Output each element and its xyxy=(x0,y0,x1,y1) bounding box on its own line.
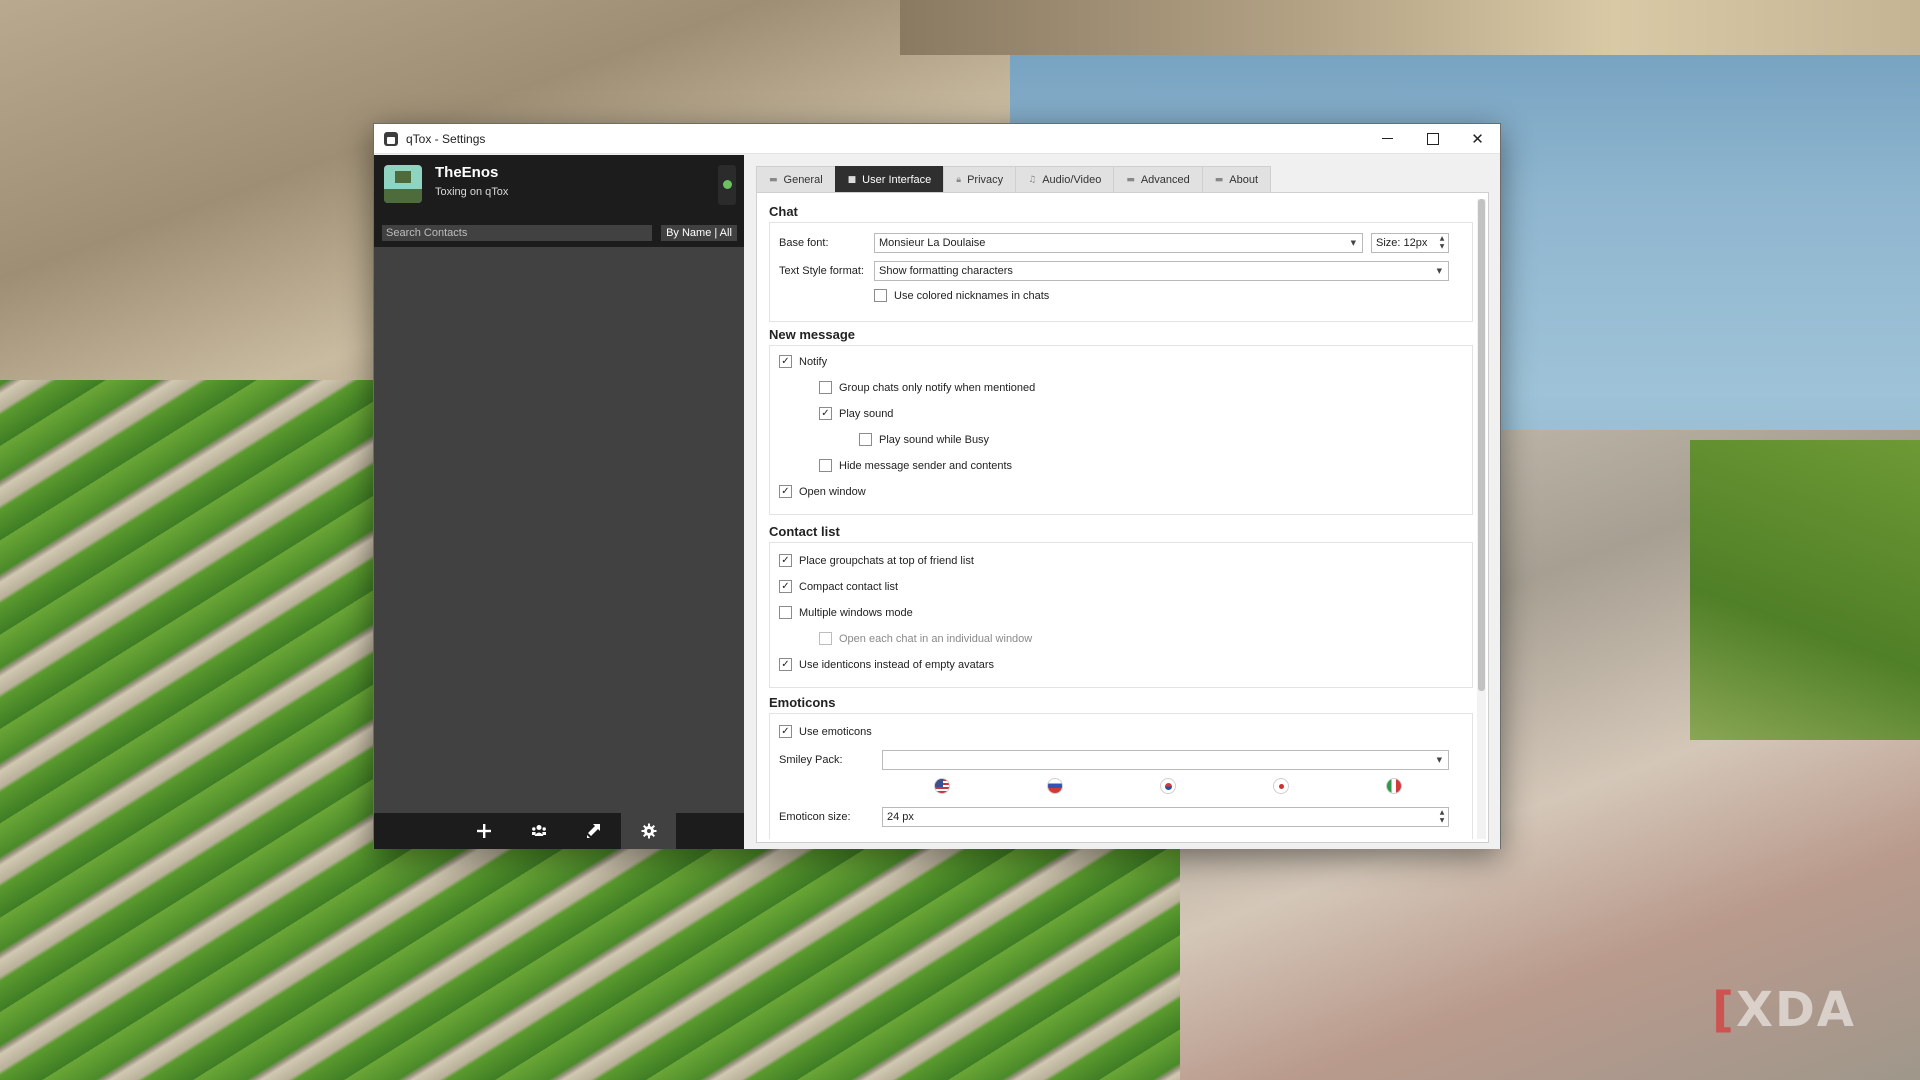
tab-advanced[interactable]: ▬ Advanced xyxy=(1113,166,1203,192)
flag-kr-icon xyxy=(1160,778,1176,794)
create-group-button[interactable] xyxy=(511,813,566,849)
multiple-windows-checkbox[interactable]: Multiple windows mode xyxy=(779,606,913,619)
flag-ru-icon xyxy=(1047,778,1063,794)
emoticon-size-spinbox[interactable]: 24 px ▲ ▼ xyxy=(882,807,1449,827)
vertical-scrollbar[interactable] xyxy=(1477,199,1486,839)
file-transfers-button[interactable] xyxy=(566,813,621,849)
settings-tabs: ▬ General ■ User Interface 🔒︎ Privacy ♫ … xyxy=(756,166,1272,192)
checkbox-box[interactable]: ✓ xyxy=(779,658,792,671)
about-tab-icon: ▬ xyxy=(1214,174,1224,185)
checkbox-box[interactable]: ✓ xyxy=(779,725,792,738)
profile-status-message[interactable]: Toxing on qTox xyxy=(435,186,508,198)
smiley-pack-label: Smiley Pack: xyxy=(779,754,843,766)
window-title: qTox - Settings xyxy=(406,131,486,146)
checkbox-box[interactable]: ✓ xyxy=(819,407,832,420)
search-contacts-input[interactable] xyxy=(382,225,652,241)
tab-privacy[interactable]: 🔒︎ Privacy xyxy=(943,166,1017,192)
notify-checkbox[interactable]: ✓ Notify xyxy=(779,355,827,368)
groupchats-top-checkbox[interactable]: ✓ Place groupchats at top of friend list xyxy=(779,554,974,567)
tab-audio-video[interactable]: ♫ Audio/Video xyxy=(1015,166,1115,192)
scrollbar-thumb[interactable] xyxy=(1478,199,1485,691)
checkbox-box[interactable] xyxy=(874,289,887,302)
audio-video-tab-icon: ♫ xyxy=(1028,174,1037,185)
checkbox-box xyxy=(819,632,832,645)
flag-jp-icon xyxy=(1273,778,1289,794)
checkbox-box[interactable] xyxy=(819,381,832,394)
spin-arrows-icon[interactable]: ▲ ▼ xyxy=(1438,235,1446,251)
bottom-toolbar xyxy=(374,813,744,849)
sort-filter-button[interactable]: By Name | All xyxy=(661,225,737,241)
emoticons-section-title: Emoticons xyxy=(769,695,836,710)
tab-user-interface[interactable]: ■ User Interface xyxy=(834,166,945,192)
group-notify-mentioned-checkbox[interactable]: Group chats only notify when mentioned xyxy=(819,381,1035,394)
add-friend-button[interactable] xyxy=(456,813,511,849)
online-status-icon xyxy=(723,180,732,189)
identicons-checkbox[interactable]: ✓ Use identicons instead of empty avatar… xyxy=(779,658,994,671)
xda-watermark: [XDA xyxy=(1712,982,1856,1038)
lock-icon: 🔒︎ xyxy=(956,174,962,185)
qtox-lock-icon xyxy=(384,131,398,146)
settings-button[interactable] xyxy=(621,813,676,849)
base-font-label: Base font: xyxy=(779,237,829,249)
smiley-pack-dropdown[interactable] xyxy=(882,750,1449,770)
text-style-dropdown[interactable]: Show formatting characters xyxy=(874,261,1449,281)
new-message-group: ✓ Notify Group chats only notify when me… xyxy=(769,345,1473,515)
compact-contact-list-checkbox[interactable]: ✓ Compact contact list xyxy=(779,580,898,593)
wallpaper-grass-right xyxy=(1690,440,1920,740)
flag-us-icon xyxy=(934,778,950,794)
play-sound-busy-checkbox[interactable]: Play sound while Busy xyxy=(859,433,989,446)
colored-nicknames-checkbox[interactable]: Use colored nicknames in chats xyxy=(874,289,1049,302)
minimize-button[interactable] xyxy=(1365,124,1410,154)
gear-icon xyxy=(641,823,656,839)
settings-scroll-area[interactable]: Chat Base font: Monsieur La Doulaise Siz… xyxy=(765,199,1475,839)
checkbox-box[interactable]: ✓ xyxy=(779,580,792,593)
profile-name[interactable]: TheEnos xyxy=(435,164,498,181)
use-emoticons-checkbox[interactable]: ✓ Use emoticons xyxy=(779,725,872,738)
chat-group: Base font: Monsieur La Doulaise Size: 12… xyxy=(769,222,1473,322)
contact-list-section-title: Contact list xyxy=(769,524,840,539)
close-button[interactable] xyxy=(1455,124,1500,154)
general-tab-icon: ▬ xyxy=(769,174,778,185)
emoticon-size-label: Emoticon size: xyxy=(779,811,851,823)
tab-about[interactable]: ▬ About xyxy=(1201,166,1272,192)
advanced-tab-icon: ▬ xyxy=(1126,174,1135,185)
checkbox-box[interactable]: ✓ xyxy=(779,554,792,567)
open-window-checkbox[interactable]: ✓ Open window xyxy=(779,485,866,498)
emoticons-group: ✓ Use emoticons Smiley Pack: Emotic xyxy=(769,713,1473,839)
search-bar: By Name | All xyxy=(374,219,744,247)
profile-header: TheEnos Toxing on qTox xyxy=(374,155,744,219)
tab-general[interactable]: ▬ General xyxy=(756,166,836,192)
text-style-label: Text Style format: xyxy=(779,265,864,277)
wallpaper-cliff-top xyxy=(900,0,1920,55)
new-message-section-title: New message xyxy=(769,327,855,342)
maximize-button[interactable] xyxy=(1410,124,1455,154)
smiley-preview xyxy=(770,774,1474,796)
base-font-dropdown[interactable]: Monsieur La Doulaise xyxy=(874,233,1363,253)
hide-sender-checkbox[interactable]: Hide message sender and contents xyxy=(819,459,1012,472)
window-client-area: TheEnos Toxing on qTox By Name | All xyxy=(374,155,1500,849)
settings-pane: ▬ General ■ User Interface 🔒︎ Privacy ♫ … xyxy=(744,155,1500,849)
checkbox-box[interactable] xyxy=(859,433,872,446)
font-size-spinbox[interactable]: Size: 12px ▲ ▼ xyxy=(1371,233,1449,253)
transfer-icon xyxy=(586,824,600,838)
add-icon xyxy=(476,824,491,838)
title-bar[interactable]: qTox - Settings xyxy=(374,124,1500,154)
spin-arrows-icon[interactable]: ▲ ▼ xyxy=(1438,809,1446,825)
group-icon xyxy=(531,825,546,836)
settings-window: qTox - Settings TheEnos Toxing on qTox B… xyxy=(373,123,1501,849)
status-button[interactable] xyxy=(718,165,736,205)
individual-chat-window-checkbox: Open each chat in an individual window xyxy=(819,632,1032,645)
checkbox-box[interactable]: ✓ xyxy=(779,355,792,368)
avatar[interactable] xyxy=(384,165,422,203)
contact-list-group: ✓ Place groupchats at top of friend list… xyxy=(769,542,1473,688)
chat-section-title: Chat xyxy=(769,204,798,219)
checkbox-box[interactable] xyxy=(779,606,792,619)
flag-it-icon xyxy=(1386,778,1402,794)
user-interface-tab-icon: ■ xyxy=(847,174,857,185)
contacts-pane: TheEnos Toxing on qTox By Name | All xyxy=(374,155,744,849)
checkbox-box[interactable] xyxy=(819,459,832,472)
checkbox-box[interactable]: ✓ xyxy=(779,485,792,498)
user-interface-panel: Chat Base font: Monsieur La Doulaise Siz… xyxy=(756,192,1489,843)
play-sound-checkbox[interactable]: ✓ Play sound xyxy=(819,407,893,420)
